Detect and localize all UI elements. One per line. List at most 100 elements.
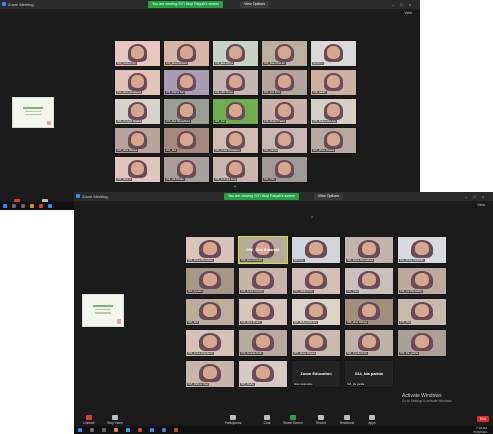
- participant-tile[interactable]: 016_Rifa: [397, 298, 447, 326]
- participant-tile[interactable]: 024_Dini: [163, 127, 210, 154]
- participant-tile[interactable]: 023_Anisa Rosidiana: [212, 127, 259, 154]
- participant-tile[interactable]: 026_Fatma Sari: [163, 69, 210, 96]
- participant-tile[interactable]: 005_Bellyandra Ayu: [310, 98, 357, 125]
- system-clock[interactable]: 7:18 AM 5/20/2022: [474, 426, 487, 434]
- participant-tile[interactable]: Siti Nuyi: [310, 40, 357, 67]
- participant-tile[interactable]: 004_Ayudia Putri: [344, 329, 394, 357]
- front-chevron-up-icon[interactable]: ⌃: [310, 216, 314, 222]
- back-shared-slide-thumbnail[interactable]: [12, 97, 54, 128]
- participant-tile[interactable]: 010_Anneke Rizki: [238, 329, 288, 357]
- reactions-button[interactable]: Reactions: [336, 415, 358, 425]
- windows-start-icon[interactable]: [3, 204, 7, 208]
- participant-name: 027_Dinda: [240, 382, 255, 386]
- record-button[interactable]: Record: [310, 415, 332, 425]
- participant-tile[interactable]: 004_Ayu Putri: [261, 69, 308, 96]
- participant-tile[interactable]: 028_Dina Rizkiya: [344, 298, 394, 326]
- participant-tile[interactable]: 028_Nadia: [310, 69, 357, 96]
- chat-button[interactable]: Chat: [256, 415, 278, 425]
- search-icon[interactable]: [12, 204, 16, 208]
- chrome-icon[interactable]: [39, 204, 43, 208]
- participant-tile[interactable]: 005_Bellyandra Ayu: [291, 298, 341, 326]
- participant-tile[interactable]: 020_Agustin: [185, 267, 235, 295]
- participant-tile[interactable]: 015_Dwi Ramadhani: [163, 98, 210, 125]
- participant-tile[interactable]: 019_Dinda Pratiwi: [261, 98, 308, 125]
- back-chevron-down-icon[interactable]: ⌄: [233, 183, 237, 189]
- participant-tile[interactable]: 029_Dina Rizkiya: [114, 127, 161, 154]
- participant-tile[interactable]: 016_Eka Aditya: [212, 40, 259, 67]
- back-window-controls[interactable]: –□×: [392, 0, 417, 9]
- participant-tile[interactable]: 006_Dea Amanda: [261, 40, 308, 67]
- participant-tile[interactable]: 026_Anisa Febriani: [238, 267, 288, 295]
- front-view-options-button[interactable]: View Options: [314, 193, 344, 200]
- participant-tile[interactable]: 018_Anindya Putri: [212, 156, 259, 183]
- participant-tile[interactable]: 014_Ida Parida: [163, 156, 210, 183]
- search-icon[interactable]: [90, 428, 94, 432]
- apps-button[interactable]: Apps: [361, 415, 383, 425]
- participant-tile[interactable]: 023_Anisa Rosidiana: [185, 329, 235, 357]
- participant-tile[interactable]: 011_Tiara: [344, 267, 394, 295]
- zoom-taskbar-icon[interactable]: [48, 204, 52, 208]
- task-view-icon[interactable]: [102, 428, 106, 432]
- chat-label: Chat: [263, 421, 271, 425]
- participant-tile[interactable]: 025_Rahma: [114, 156, 161, 183]
- participant-name: 028_Dina Rizkiya: [346, 320, 369, 324]
- back-title-bar: Zoom Meeting You are viewing SITI Nuyi F…: [0, 0, 420, 9]
- participant-tile[interactable]: 011_Lilis Surya: [212, 69, 259, 96]
- participant-tile[interactable]: 009_Anniyah Shalika: [114, 98, 161, 125]
- front-shared-slide-thumbnail[interactable]: [82, 294, 124, 327]
- participant-tile[interactable]: 022_Sari: [212, 98, 259, 125]
- share-screen-button[interactable]: Share Screen: [282, 415, 304, 425]
- participant-tile[interactable]: 019_Lia Ramadani: [397, 267, 447, 295]
- end-meeting-button[interactable]: End: [476, 416, 489, 422]
- front-unmute-button[interactable]: Unmute: [78, 415, 100, 425]
- participant-tile[interactable]: 012_Nadia Putri: [291, 267, 341, 295]
- front-meeting-toolbar: Unmute Stop Video Participants Chat Shar…: [74, 404, 493, 426]
- participant-face: [414, 241, 430, 256]
- participant-tile[interactable]: 015_Rahma Utari: [185, 360, 235, 388]
- participant-tile[interactable]: 027_Dinda: [238, 360, 288, 388]
- participant-name: 020_Agustin: [187, 289, 204, 293]
- front-window-controls[interactable]: –□×: [465, 192, 490, 201]
- front-view-button[interactable]: View: [477, 203, 485, 207]
- windows-start-icon[interactable]: [78, 428, 82, 432]
- file-explorer-icon[interactable]: [30, 204, 34, 208]
- powerpoint-icon[interactable]: [174, 428, 178, 432]
- participant-name: 015_Dwi Ramadhani: [165, 119, 192, 123]
- zoom-taskbar-icon[interactable]: [150, 428, 154, 432]
- participant-tile[interactable]: 003_Rizka Ramadani: [185, 236, 235, 264]
- file-explorer-icon[interactable]: [114, 428, 118, 432]
- participant-tile[interactable]: 025_Ida_parida: [397, 329, 447, 357]
- back-view-options-button[interactable]: View Options: [240, 1, 270, 8]
- zoom-logo-icon: [2, 2, 6, 6]
- participant-tile[interactable]: 024_Dini: [185, 298, 235, 326]
- participant-name: 005_Bellyandra Ayu: [312, 119, 338, 123]
- participant-tile[interactable]: 007_Dhea Dwiana: [310, 127, 357, 154]
- back-view-button[interactable]: View: [404, 11, 412, 15]
- participant-name: 024_Dini: [187, 320, 200, 324]
- front-stop-video-button[interactable]: Stop Video: [104, 415, 126, 425]
- participant-name: 002_Rizka Salsabila: [399, 258, 425, 262]
- participant-tile[interactable]: Zoom Education Zoom Education: [291, 360, 341, 388]
- task-view-icon[interactable]: [21, 204, 25, 208]
- participant-tile[interactable]: Siti Nuyi: [291, 236, 341, 264]
- participant-tile[interactable]: 009_Salsa Ramadhani: [344, 236, 394, 264]
- participant-tile[interactable]: 014_Ida parida 014_Ida parida: [344, 360, 394, 388]
- word-icon[interactable]: [162, 428, 166, 432]
- participant-tile[interactable]: 006_Dea Amanda 006_Dea Amanda: [238, 236, 288, 264]
- zoom-logo-icon: [76, 194, 80, 198]
- microphone-muted-icon: [86, 415, 92, 420]
- participant-tile[interactable]: 002_Rizka Salsabila: [397, 236, 447, 264]
- edge-icon[interactable]: [126, 428, 130, 432]
- participant-tile[interactable]: 013_Dea Febrianti: [163, 40, 210, 67]
- participant-face: [130, 103, 145, 117]
- participant-tile[interactable]: 007_Dhea Dwiana: [291, 329, 341, 357]
- chrome-icon[interactable]: [138, 428, 142, 432]
- participant-tile[interactable]: 013_Dina Pratiwi: [238, 298, 288, 326]
- participant-face: [255, 272, 271, 287]
- participants-button[interactable]: Participants: [222, 415, 244, 425]
- participant-face: [179, 132, 194, 146]
- participant-tile[interactable]: 012_Devi Handayani: [114, 69, 161, 96]
- participant-tile[interactable]: 010_Lanisa: [261, 127, 308, 154]
- participant-tile[interactable]: 020_Tika: [261, 156, 308, 183]
- participant-tile[interactable]: 003_Cinda Putri: [114, 40, 161, 67]
